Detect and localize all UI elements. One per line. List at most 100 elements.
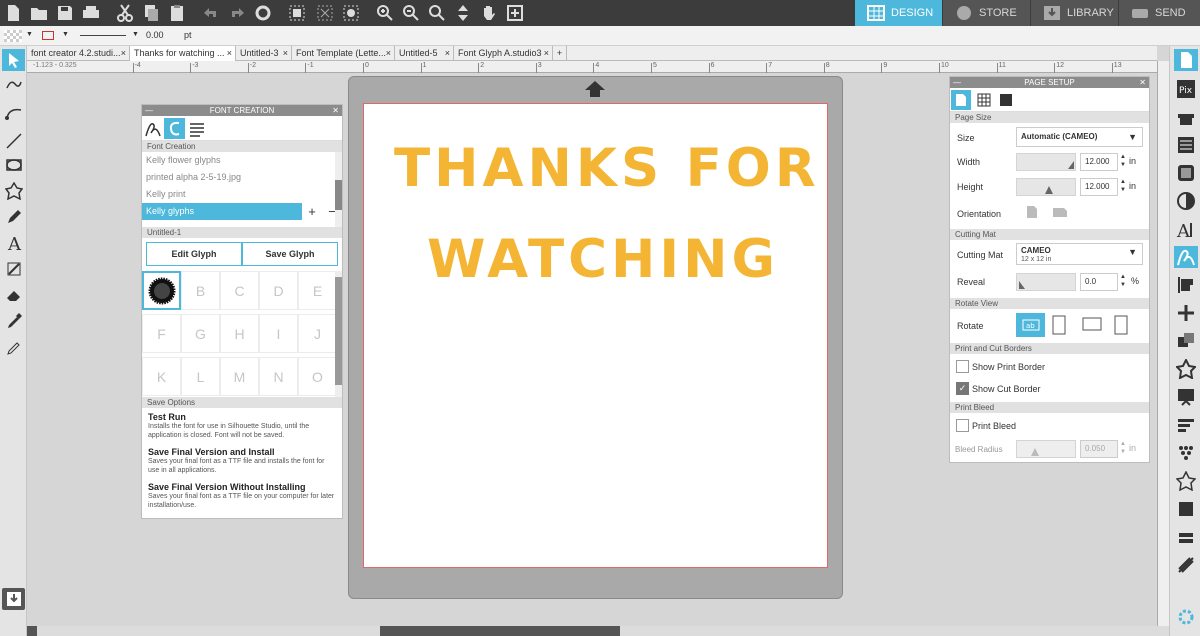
- bleed-radius-input[interactable]: 0.050: [1080, 440, 1118, 458]
- script-tab-icon[interactable]: [164, 118, 185, 139]
- select-arrow-icon[interactable]: [2, 49, 25, 71]
- cutting-mat-select[interactable]: CAMEO 12 x 12 in ▼: [1016, 243, 1143, 265]
- pixscan-icon[interactable]: Pix: [1174, 78, 1198, 100]
- page-setup-icon[interactable]: [1174, 49, 1198, 71]
- glyph-cell[interactable]: K: [142, 357, 181, 396]
- close-icon[interactable]: ✕: [1139, 77, 1146, 88]
- slider-handle[interactable]: [1068, 161, 1074, 169]
- bleed-radius-spinner-icon[interactable]: ▲ ▼: [1120, 440, 1126, 456]
- glyph-cell-selected[interactable]: [142, 271, 181, 310]
- glyph-cell[interactable]: F: [142, 314, 181, 353]
- align-icon[interactable]: [1174, 274, 1198, 296]
- text-style-icon[interactable]: A: [1174, 218, 1198, 240]
- canvas-text-line-2[interactable]: WATCHING: [427, 229, 779, 290]
- doc-tab-active[interactable]: Thanks for watching ... ×: [130, 46, 236, 61]
- zoom-select-icon[interactable]: [426, 2, 448, 24]
- rotate-90-icon[interactable]: [1052, 315, 1066, 335]
- doc-tab[interactable]: Untitled-3 ×: [236, 46, 292, 61]
- close-icon[interactable]: ×: [227, 46, 232, 61]
- puzzle-icon[interactable]: [1174, 498, 1198, 520]
- line-color-dropdown-icon[interactable]: ▼: [62, 31, 69, 38]
- size-select[interactable]: Automatic (CAMEO) ▼: [1016, 127, 1143, 147]
- width-spinner-icon[interactable]: ▲ ▼: [1120, 153, 1126, 169]
- glyph-cell[interactable]: D: [259, 271, 298, 310]
- eyedropper-icon[interactable]: [2, 310, 25, 332]
- pattern-panel-icon[interactable]: [1174, 162, 1198, 184]
- line-tool-icon[interactable]: [2, 130, 25, 152]
- refresh-icon[interactable]: [252, 2, 274, 24]
- grid-tab-icon[interactable]: [974, 90, 994, 110]
- glyph-cell[interactable]: G: [181, 314, 220, 353]
- modify-icon[interactable]: [1174, 330, 1198, 352]
- edit-glyph-button[interactable]: Edit Glyph: [146, 242, 242, 266]
- hand-icon[interactable]: [478, 2, 500, 24]
- doc-tab[interactable]: Font Glyph A.studio3 ×: [454, 46, 553, 61]
- point-edit-icon[interactable]: [2, 76, 25, 98]
- pan-arrows-icon[interactable]: [452, 2, 474, 24]
- height-slider[interactable]: [1016, 178, 1076, 196]
- rotate-270-icon[interactable]: [1114, 315, 1128, 335]
- glyph-cell[interactable]: B: [181, 271, 220, 310]
- font-creation-icon[interactable]: [1174, 246, 1198, 268]
- knife-tool-icon[interactable]: [2, 258, 25, 280]
- tab-send[interactable]: SEND: [1119, 0, 1200, 26]
- rhinestone-icon[interactable]: [1174, 442, 1198, 464]
- page-tab-icon[interactable]: [951, 90, 971, 110]
- print-bleed-checkbox[interactable]: [956, 419, 969, 432]
- landscape-icon[interactable]: [1052, 207, 1068, 218]
- width-input[interactable]: 12.000: [1080, 153, 1118, 171]
- bezier-icon[interactable]: [2, 102, 25, 124]
- scroll-thumb[interactable]: [380, 626, 620, 636]
- options-tab-icon[interactable]: [186, 118, 207, 139]
- font-list-item-selected[interactable]: Kelly glyphs + −: [142, 203, 342, 220]
- doc-tab[interactable]: Untitled-5 ×: [395, 46, 454, 61]
- glyph-cell[interactable]: J: [298, 314, 337, 353]
- design-page[interactable]: THANKS FOR WATCHING: [363, 103, 828, 568]
- ellipse-tool-icon[interactable]: [2, 154, 25, 176]
- zoom-in-icon[interactable]: [374, 2, 396, 24]
- send-panel-icon[interactable]: [1174, 554, 1198, 576]
- reveal-slider[interactable]: [1016, 273, 1076, 291]
- layers-icon[interactable]: [1174, 526, 1198, 548]
- rotate-180-icon[interactable]: [1082, 317, 1102, 331]
- add-font-button[interactable]: +: [308, 203, 316, 220]
- zoom-out-icon[interactable]: [400, 2, 422, 24]
- line-style-preview[interactable]: [80, 35, 126, 36]
- height-input[interactable]: 12.000: [1080, 178, 1118, 196]
- collapse-icon[interactable]: —: [953, 77, 961, 88]
- group-icon[interactable]: [286, 2, 308, 24]
- glyph-cell[interactable]: N: [259, 357, 298, 396]
- doc-tab[interactable]: font creator 4.2.studi... ×: [27, 46, 130, 61]
- save-icon[interactable]: [54, 2, 76, 24]
- glyph-cell[interactable]: L: [181, 357, 220, 396]
- close-icon[interactable]: ✕: [332, 105, 339, 116]
- close-icon[interactable]: ×: [544, 46, 549, 61]
- new-tab-button[interactable]: +: [553, 46, 567, 61]
- tab-design[interactable]: DESIGN: [855, 0, 942, 26]
- tab-store[interactable]: STORE: [943, 0, 1030, 26]
- line-style-dropdown-icon[interactable]: ▼: [132, 31, 139, 38]
- reveal-spinner-icon[interactable]: ▲ ▼: [1120, 273, 1126, 289]
- glyph-grid-scrollbar[interactable]: [335, 271, 342, 397]
- show-print-border-checkbox[interactable]: [956, 360, 969, 373]
- undo-icon[interactable]: [200, 2, 222, 24]
- slider-handle[interactable]: [1045, 186, 1053, 194]
- text-tool-icon[interactable]: A: [2, 232, 25, 254]
- portrait-icon[interactable]: [1026, 205, 1038, 219]
- transparency-icon[interactable]: [1174, 190, 1198, 212]
- font-list-item[interactable]: printed alpha 2-5-19.jpg: [142, 169, 342, 186]
- star-outline-icon[interactable]: [1174, 470, 1198, 492]
- settings-gear-icon[interactable]: [1174, 606, 1198, 628]
- print-icon[interactable]: [80, 2, 102, 24]
- test-run-option[interactable]: Test Run Installs the font for use in Si…: [148, 412, 336, 440]
- glyph-cell[interactable]: M: [220, 357, 259, 396]
- polygon-tool-icon[interactable]: [2, 180, 25, 202]
- paste-icon[interactable]: [166, 2, 188, 24]
- bleed-radius-slider[interactable]: [1016, 440, 1076, 458]
- stroke-width-input[interactable]: 0.00: [146, 30, 164, 40]
- fill-dropdown-icon[interactable]: ▼: [26, 31, 33, 38]
- compound-path-icon[interactable]: [340, 2, 362, 24]
- glyph-cell[interactable]: H: [220, 314, 259, 353]
- pencil-tool-icon[interactable]: [2, 206, 25, 228]
- save-without-install-option[interactable]: Save Final Version Without Installing Sa…: [148, 482, 336, 510]
